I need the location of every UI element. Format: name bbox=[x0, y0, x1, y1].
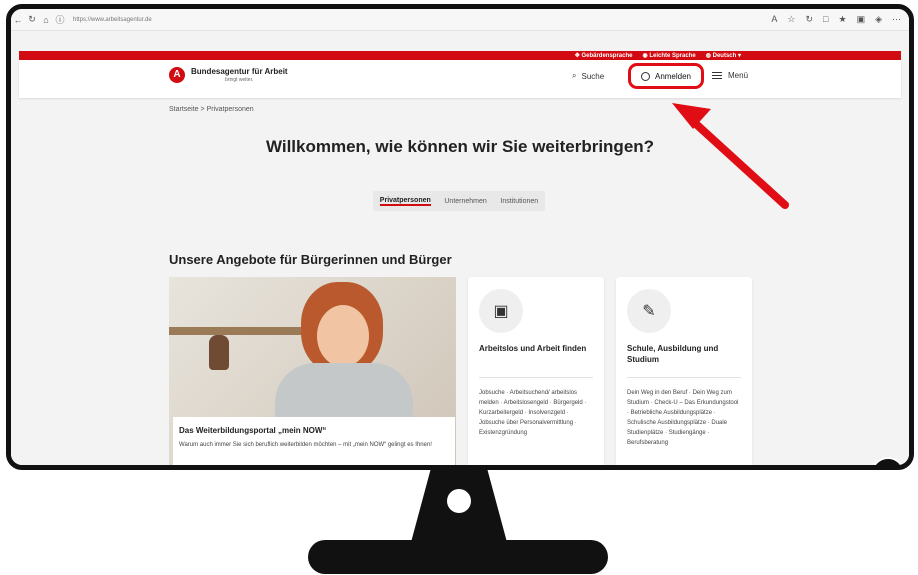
menu-button[interactable]: Menü bbox=[712, 71, 748, 80]
audience-tabs: Privatpersonen Unternehmen Institutionen bbox=[373, 191, 545, 211]
search-icon: ⌕ bbox=[572, 71, 577, 80]
chat-assistant-button[interactable]: ☻ bbox=[871, 457, 905, 470]
page-title: Willkommen, wie können wir Sie weiterbri… bbox=[265, 137, 655, 156]
breadcrumb-separator: > bbox=[200, 106, 205, 113]
top-strip: ✥ Gebärdensprache ◉ Leichte Sprache ◍ De… bbox=[19, 51, 901, 60]
card-title[interactable]: Arbeitslos und Arbeit finden bbox=[479, 343, 593, 367]
refresh-icon[interactable]: ↻ bbox=[25, 14, 39, 25]
breadcrumb: Startseite > Privatpersonen bbox=[169, 106, 254, 113]
favorites-icon[interactable]: ★ bbox=[838, 14, 846, 25]
tab-institutionen[interactable]: Institutionen bbox=[500, 198, 538, 205]
search-button[interactable]: ⌕ Suche bbox=[572, 71, 604, 81]
more-icon[interactable]: ⋯ bbox=[892, 14, 901, 25]
promo-overlay: Das Weiterbildungsportal „mein NOW“ Waru… bbox=[173, 417, 455, 465]
sign-language-link[interactable]: ✥ Gebärdensprache bbox=[575, 52, 633, 59]
login-label: Anmelden bbox=[654, 71, 692, 81]
promo-card[interactable]: Das Weiterbildungsportal „mein NOW“ Waru… bbox=[169, 277, 456, 465]
menu-icon bbox=[712, 72, 722, 79]
collections-icon[interactable]: ▣ bbox=[857, 14, 866, 25]
browser-actions: A ☆ ↻ □ ★ ▣ ◈ ⋯ bbox=[771, 14, 909, 25]
promo-text: Warum auch immer Sie sich beruflich weit… bbox=[179, 442, 432, 448]
card-divider bbox=[479, 377, 593, 378]
breadcrumb-current: Privatpersonen bbox=[206, 106, 254, 113]
card-title[interactable]: Schule, Ausbildung und Studium bbox=[627, 343, 741, 367]
login-button[interactable]: Anmelden bbox=[628, 63, 704, 89]
star-icon[interactable]: ☆ bbox=[787, 14, 795, 25]
language-select[interactable]: ◍ Deutsch ▾ bbox=[706, 52, 741, 59]
monitor-base bbox=[308, 540, 608, 574]
reader-icon[interactable]: A bbox=[771, 14, 777, 25]
breadcrumb-home[interactable]: Startseite bbox=[169, 106, 199, 113]
easy-language-link[interactable]: ◉ Leichte Sprache bbox=[642, 52, 695, 59]
brand-tagline: bringt weiter. bbox=[225, 77, 254, 83]
split-icon[interactable]: □ bbox=[823, 14, 828, 25]
webpage: ✥ Gebärdensprache ◉ Leichte Sprache ◍ De… bbox=[11, 31, 909, 465]
card-links[interactable]: Jobsuche · Arbeitsuchend/ arbeitslos mel… bbox=[479, 388, 593, 438]
section-title: Unsere Angebote für Bürgerinnen und Bürg… bbox=[169, 252, 452, 267]
offer-card-schule[interactable]: ✎ Schule, Ausbildung und Studium Dein We… bbox=[616, 277, 752, 465]
search-label: Suche bbox=[581, 71, 605, 81]
tab-unternehmen[interactable]: Unternehmen bbox=[444, 198, 486, 205]
brand-name: Bundesagentur für Arbeit bbox=[191, 67, 288, 76]
card-divider bbox=[627, 377, 741, 378]
promo-image-vase bbox=[209, 335, 229, 370]
chat-icon: ☻ bbox=[881, 466, 896, 470]
user-icon bbox=[640, 71, 650, 81]
site-header: A Bundesagentur für Arbeit bringt weiter… bbox=[19, 60, 901, 98]
extensions-icon[interactable]: ◈ bbox=[875, 14, 882, 25]
offer-card-arbeitslos[interactable]: ▣ Arbeitslos und Arbeit finden Jobsuche … bbox=[468, 277, 604, 465]
browser-toolbar: ← ↻ ⌂ ⓘ https://www.arbeitsagentur.de A … bbox=[11, 9, 909, 31]
refresh-icon[interactable]: ↻ bbox=[806, 14, 814, 25]
power-button-icon bbox=[447, 489, 471, 513]
briefcase-icon: ▣ bbox=[479, 289, 523, 333]
tab-privatpersonen[interactable]: Privatpersonen bbox=[379, 197, 431, 206]
document-edit-icon: ✎ bbox=[627, 289, 671, 333]
promo-image-face bbox=[317, 305, 369, 367]
card-links[interactable]: Dein Weg in den Beruf · Dein Weg zum Stu… bbox=[627, 388, 741, 448]
menu-label: Menü bbox=[728, 71, 749, 80]
brand-logo[interactable]: A bbox=[169, 67, 185, 83]
address-bar[interactable]: https://www.arbeitsagentur.de bbox=[73, 17, 152, 23]
info-icon[interactable]: ⓘ bbox=[53, 13, 67, 26]
back-icon[interactable]: ← bbox=[11, 15, 25, 25]
promo-title[interactable]: Das Weiterbildungsportal „mein NOW“ bbox=[179, 426, 449, 435]
monitor-screen: ← ↻ ⌂ ⓘ https://www.arbeitsagentur.de A … bbox=[6, 4, 914, 470]
home-icon[interactable]: ⌂ bbox=[39, 15, 53, 25]
